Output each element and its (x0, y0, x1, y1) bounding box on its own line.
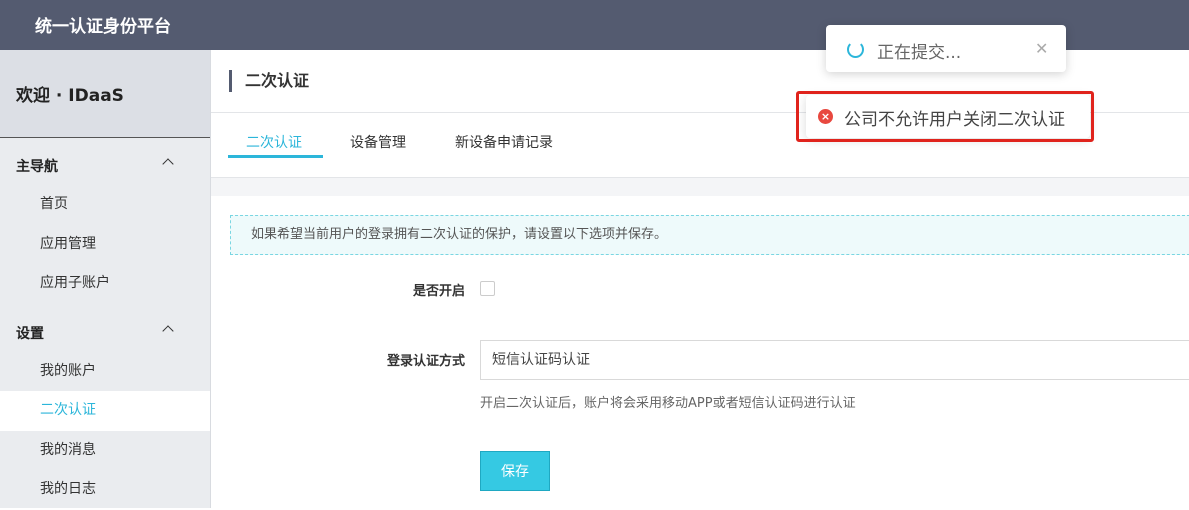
enable-label: 是否开启 (412, 284, 465, 299)
divider-band (211, 178, 1189, 196)
info-alert: 如果希望当前用户的登录拥有二次认证的保护，请设置以下选项并保存。 (230, 215, 1189, 255)
close-icon[interactable]: ✕ (1035, 39, 1048, 58)
page-title: 二次认证 (229, 70, 309, 92)
tab-device-management[interactable]: 设备管理 (350, 132, 406, 152)
loading-spinner-icon (847, 41, 864, 58)
section-title: 设置 (16, 325, 44, 342)
welcome-user: 欢迎 · IDaaS (0, 50, 210, 138)
app-title: 统一认证身份平台 (35, 17, 171, 37)
auth-method-label: 登录认证方式 (386, 354, 465, 369)
sidebar-section-main-nav[interactable]: 主导航 (0, 147, 210, 185)
save-button[interactable]: 保存 (480, 451, 550, 491)
loading-toast-text: 正在提交... (877, 43, 962, 63)
auth-method-select[interactable]: 短信认证码认证 (480, 340, 1189, 380)
chevron-up-icon[interactable] (162, 158, 174, 170)
sidebar-item-home[interactable]: 首页 (0, 185, 210, 225)
active-tab-indicator (228, 155, 323, 158)
enable-checkbox[interactable] (480, 281, 495, 296)
section-title: 主导航 (16, 159, 58, 175)
sidebar-item-my-messages[interactable]: 我的消息 (0, 431, 210, 471)
loading-toast: 正在提交... ✕ (826, 25, 1066, 72)
sidebar-section-settings[interactable]: 设置 (0, 314, 210, 352)
highlight-frame (796, 91, 1094, 142)
tab-two-factor[interactable]: 二次认证 (246, 132, 302, 152)
sidebar: 欢迎 · IDaaS 主导航 首页 应用管理 应用子账户 设置 我的账户 二次认… (0, 50, 211, 508)
sidebar-item-two-factor[interactable]: 二次认证 (0, 391, 210, 431)
tab-new-device-requests[interactable]: 新设备申请记录 (455, 132, 553, 152)
sidebar-item-app-subaccounts[interactable]: 应用子账户 (0, 264, 210, 304)
chevron-up-icon[interactable] (162, 324, 174, 337)
auth-method-hint: 开启二次认证后，账户将会采用移动APP或者短信认证码进行认证 (480, 396, 856, 411)
sidebar-item-my-logs[interactable]: 我的日志 (0, 470, 210, 510)
sidebar-item-app-management[interactable]: 应用管理 (0, 225, 210, 265)
sidebar-item-my-account[interactable]: 我的账户 (0, 352, 210, 392)
